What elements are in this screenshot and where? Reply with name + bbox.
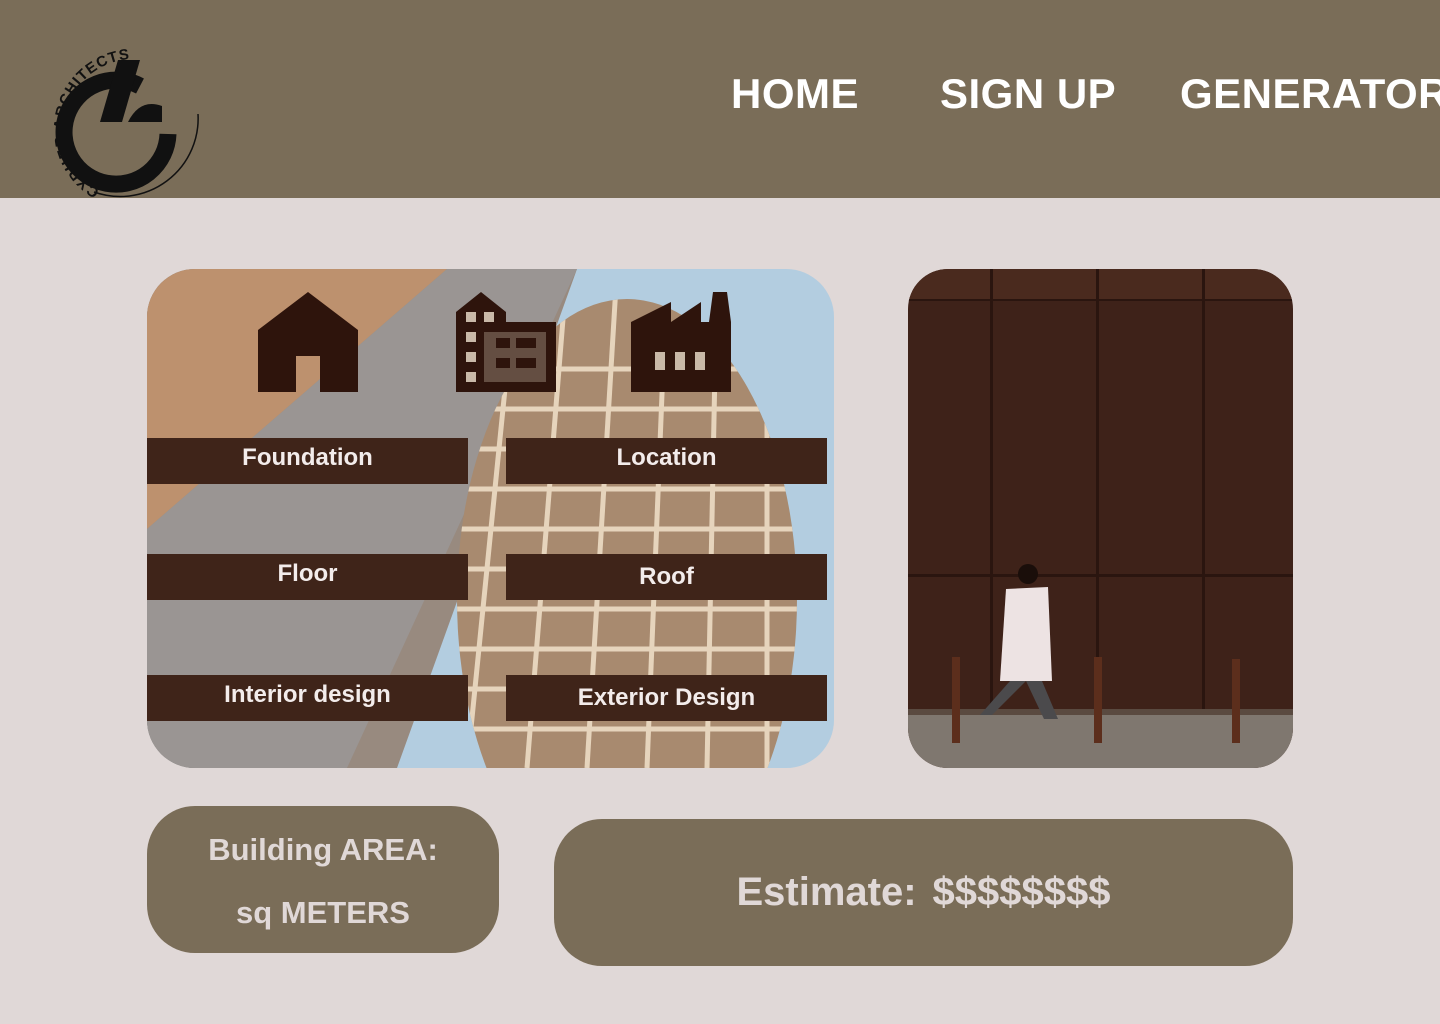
exterior-design-button[interactable]: Exterior Design [506, 675, 827, 721]
location-button[interactable]: Location [506, 438, 827, 484]
roof-button[interactable]: Roof [506, 554, 827, 600]
floor-button[interactable]: Floor [147, 554, 468, 600]
building-area-box[interactable]: Building AREA: sq METERS [147, 806, 499, 953]
area-unit-label: sq METERS [236, 895, 410, 930]
building-options-panel: Foundation Location Floor Roof Interior … [147, 269, 834, 768]
cypher-architects-logo[interactable]: CYPHER ARCHITECTS [22, 30, 204, 202]
house-icon[interactable] [258, 292, 358, 397]
estimate-value: $$$$$$$$ [932, 870, 1111, 914]
factory-icon[interactable] [631, 292, 731, 397]
estimate-box: Estimate: $$$$$$$$ [554, 819, 1293, 966]
nav-home-link[interactable]: HOME [731, 70, 859, 118]
woman-by-wall-photo [908, 269, 1293, 768]
foundation-button[interactable]: Foundation [147, 438, 468, 484]
interior-design-button[interactable]: Interior design [147, 675, 468, 721]
apartment-building-icon[interactable] [456, 292, 556, 397]
building-area-label: Building AREA: [208, 832, 438, 867]
estimate-label: Estimate: [736, 870, 917, 914]
site-header: CYPHER ARCHITECTS HOME SIGN UP GENERATOR [0, 0, 1440, 201]
nav-sign-up-link[interactable]: SIGN UP [940, 70, 1116, 118]
nav-generator-link[interactable]: GENERATOR [1180, 70, 1440, 118]
